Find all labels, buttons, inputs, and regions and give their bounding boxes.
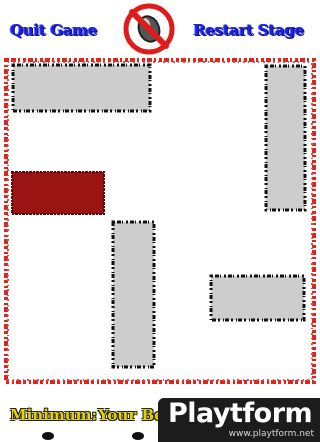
restart-stage-button[interactable]: Restart Stage <box>193 16 304 44</box>
gray-block-vertical-middle[interactable] <box>111 220 156 369</box>
gray-block-vertical-right[interactable] <box>264 64 307 212</box>
mute-sound-icon[interactable] <box>122 2 176 56</box>
best-value-marker <box>132 432 144 440</box>
playtform-watermark: Playtform www.playtform.net <box>158 398 320 442</box>
red-target-block[interactable] <box>11 171 105 215</box>
minimum-value-marker <box>42 432 54 440</box>
gray-block-horizontal-top[interactable] <box>11 63 152 113</box>
quit-game-button[interactable]: Quit Game <box>10 16 97 44</box>
gray-block-horizontal-bottom[interactable] <box>209 274 306 322</box>
watermark-logo: Playtform <box>168 398 313 429</box>
minimum-moves-label: Minimum: <box>10 406 98 424</box>
watermark-url: www.playtform.net <box>228 429 314 439</box>
puzzle-board <box>4 58 316 384</box>
top-bar: Quit Game Restart Stage <box>0 0 320 58</box>
